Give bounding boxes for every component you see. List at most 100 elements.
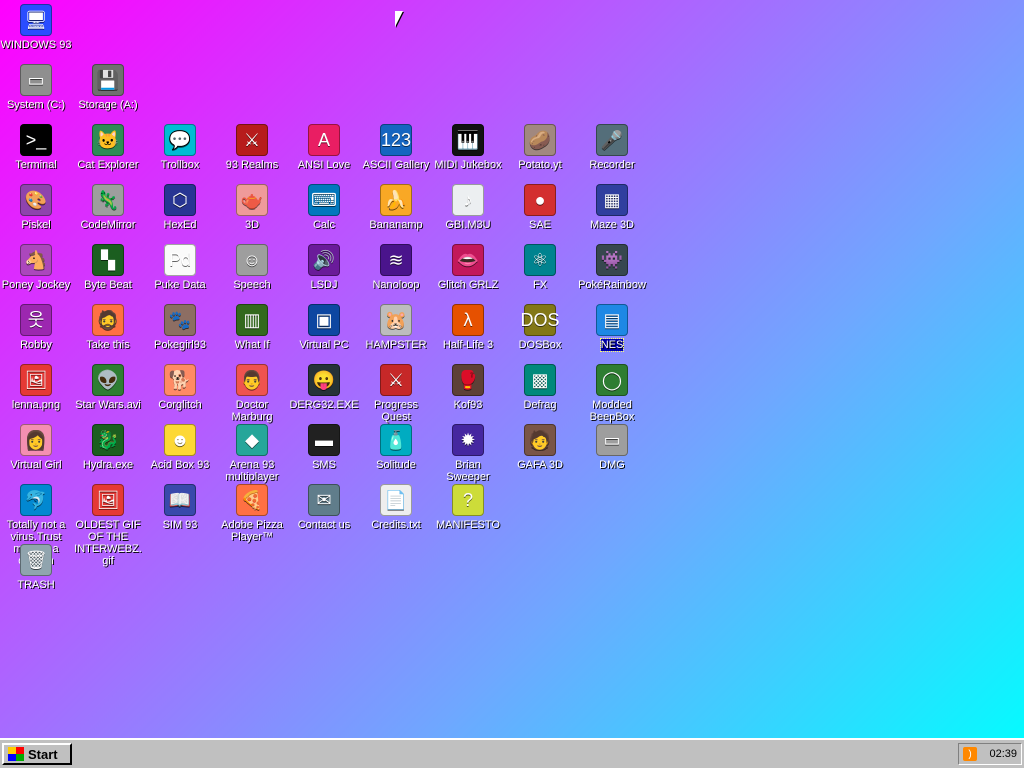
desktop-icon[interactable]: 🐹 HAMPSTER [360,304,432,351]
desktop-icon[interactable]: ▤ NES [576,304,648,352]
desktop-icon-image: ♪ [452,184,484,216]
desktop-icon-label: Half-Life 3 [442,339,494,351]
start-button[interactable]: Start [2,743,72,765]
desktop-icon[interactable]: 🔊 LSDJ [288,244,360,291]
desktop-icon[interactable]: ♪ GBI.M3U [432,184,504,231]
start-label: Start [28,746,58,762]
desktop-icon[interactable]: 🎤 Recorder [576,124,648,171]
desktop-icon-label: Solitude [376,459,416,471]
desktop-icon[interactable]: 💬 Trollbox [144,124,216,171]
desktop-icon-image: A [308,124,340,156]
desktop-icon[interactable]: ✹ Brian Sweeper [432,424,504,483]
desktop-icon[interactable]: ▭ DMG [576,424,648,471]
desktop-icon[interactable]: 🐉 Hydra.exe [72,424,144,471]
desktop-icon[interactable]: 🐾 Pokegirl93 [144,304,216,351]
desktop-icon[interactable]: ▚ Byte Beat [72,244,144,291]
desktop-icon-label: Terminal [15,159,57,171]
desktop-icon[interactable]: 🐕 Corglitch [144,364,216,411]
desktop-icon-image: 🧑 [524,424,556,456]
desktop-icon-label: DMG [599,459,625,471]
desktop-icon-image: 👨 [236,364,268,396]
desktop-icon-label: TRASH [17,579,55,591]
desktop-icon-image: ☺ [236,244,268,276]
desktop-icon[interactable]: 🖼 OLDEST GIF OF THE INTERWEBZ.gif [72,484,144,567]
desktop-icon-image: 🍕 [236,484,268,516]
desktop-icon[interactable]: 🍌 Bananamp [360,184,432,231]
desktop-icon[interactable]: A ANSI Love [288,124,360,171]
desktop-icon-image: 🧔 [92,304,124,336]
desktop-icon[interactable]: 🗑 TRASH [0,544,72,591]
desktop-icon[interactable]: ? MANIFESTO [432,484,504,531]
desktop-icon[interactable]: 💾 Storage (A:) [72,64,144,111]
desktop-icon[interactable]: ▦ Maze 3D [576,184,648,231]
desktop-icon[interactable]: ● SAE [504,184,576,231]
desktop-icon[interactable]: ▭ System (C:) [0,64,72,111]
desktop-icon[interactable]: 🖥 WINDOWS 93 [0,4,72,51]
desktop-icon-label: Corglitch [158,399,202,411]
desktop-icon[interactable]: ⬡ HexEd [144,184,216,231]
desktop: 🖥 WINDOWS 93 ▭ System (C:) 💾 Storage (A:) >_ Te… [0,0,1024,738]
desktop-icon[interactable]: ▣ Virtual PC [288,304,360,351]
desktop-icon[interactable]: ⌨ Calc [288,184,360,231]
desktop-icon-image: 🔊 [308,244,340,276]
desktop-icon[interactable]: ⚔ 93 Realms [216,124,288,171]
desktop-icon[interactable]: 👽 Star Wars.avi [72,364,144,411]
desktop-icon[interactable]: λ Half-Life 3 [432,304,504,351]
desktop-icon[interactable]: ◯ Modded BeepBox [576,364,648,423]
desktop-icon[interactable]: >_ Terminal [0,124,72,171]
desktop-icon[interactable]: 123 ASCII Gallery [360,124,432,171]
desktop-icon-image: 🧴 [380,424,412,456]
desktop-icon-image: 💾 [92,64,124,96]
desktop-icon[interactable]: 🧑 GAFA 3D [504,424,576,471]
desktop-icon-label: What If [234,339,270,351]
desktop-icon[interactable]: 🐴 Poney Jockey [0,244,72,291]
desktop-icon-label: SAE [528,219,551,231]
desktop-icon[interactable]: 👨 Doctor Marburg [216,364,288,423]
desktop-icon[interactable]: 📄 Credits.txt [360,484,432,531]
desktop-icon[interactable]: Pd Puke Data [144,244,216,291]
desktop-icon-image: 👾 [596,244,628,276]
desktop-icon[interactable]: ▬ SMS [288,424,360,471]
desktop-icon[interactable]: 🍕 Adobe Pizza Player™ [216,484,288,543]
desktop-icon[interactable]: 🫖 3D [216,184,288,231]
desktop-icon[interactable]: 웃 Robby [0,304,72,351]
desktop-icon[interactable]: ▩ Defrag [504,364,576,411]
desktop-icon[interactable]: ☺ Speech [216,244,288,291]
desktop-icon[interactable]: ⚛ FX [504,244,576,291]
desktop-icon[interactable]: 🦎 CodeMirror [72,184,144,231]
desktop-icon[interactable]: ☻ Acid Box 93 [144,424,216,471]
desktop-icon[interactable]: 😛 DERG32.EXE [288,364,360,411]
desktop-icon[interactable]: 🎹 MIDI Jukebox [432,124,504,171]
desktop-icon[interactable]: 🧔 Take this [72,304,144,351]
desktop-icon[interactable]: ⚔ Progress Quest [360,364,432,423]
desktop-icon-image: ▩ [524,364,556,396]
desktop-icon[interactable]: ≋ Nanoloop [360,244,432,291]
desktop-icon[interactable]: 🎨 Piskel [0,184,72,231]
desktop-icon-label: Star Wars.avi [75,399,141,411]
desktop-icon-image: 🗑 [20,544,52,576]
desktop-icon-image: 123 [380,124,412,156]
desktop-icon-label: Storage (A:) [78,99,138,111]
desktop-icon[interactable]: 🥊 Kof93 [432,364,504,411]
desktop-icon-image: ● [524,184,556,216]
desktop-icon[interactable]: 👄 Glitch GRLZ [432,244,504,291]
desktop-icon[interactable]: 🖼 lenna.png [0,364,72,411]
desktop-icon-label: Progress Quest [373,399,419,423]
desktop-icon-label: Poney Jockey [1,279,71,291]
desktop-icon[interactable]: ✉ Contact us [288,484,360,531]
desktop-icon[interactable]: 🐱 Cat Explorer [72,124,144,171]
desktop-icon-label: lenna.png [11,399,61,411]
desktop-icon[interactable]: 📖 SIM 93 [144,484,216,531]
desktop-icon-label: Recorder [589,159,635,171]
desktop-icon-image: ▥ [236,304,268,336]
desktop-icon[interactable]: 🥔 Potato.yt [504,124,576,171]
desktop-icon[interactable]: 👾 PokéRainbow [576,244,648,291]
desktop-icon[interactable]: 🧴 Solitude [360,424,432,471]
rss-icon[interactable]: ) [963,747,977,761]
desktop-icon[interactable]: DOS DOSBox [504,304,576,351]
desktop-icon[interactable]: ◆ Arena 93 multiplayer [216,424,288,483]
desktop-icon[interactable]: ▥ What If [216,304,288,351]
desktop-icon[interactable]: 👩 Virtual Girl [0,424,72,471]
desktop-icon-image: ◯ [596,364,628,396]
taskbar: Start ) 02:39 [0,738,1024,768]
